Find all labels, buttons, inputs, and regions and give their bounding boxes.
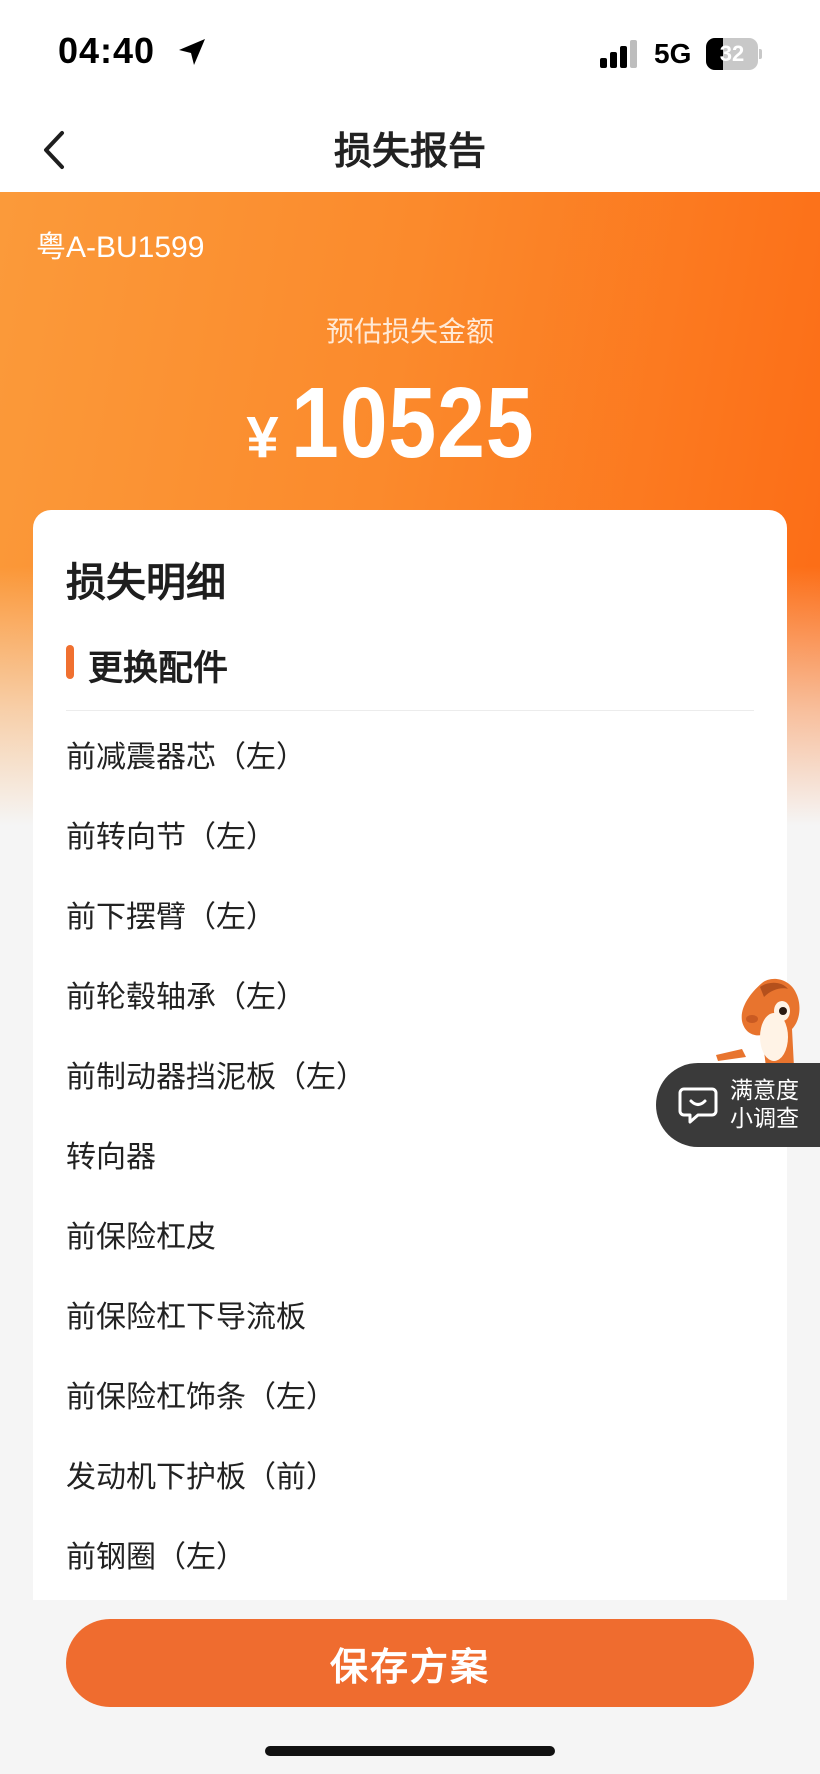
satisfaction-survey-button[interactable]: 满意度 小调查 [656, 1063, 820, 1147]
section-accent-bar [66, 645, 74, 679]
amount-caption: 预估损失金额 [325, 315, 494, 348]
list-item: 前保险杠皮 [66, 1220, 216, 1255]
list-item: 前减震器芯（左） [66, 740, 306, 775]
page-title: 损失报告 [333, 129, 486, 173]
list-item: 前下摆臂（左） [66, 900, 276, 935]
estimated-loss-amount: 10525 [290, 367, 535, 479]
list-item: 前制动器挡泥板（左） [66, 1060, 366, 1095]
list-item: 前保险杠饰条（左） [66, 1380, 336, 1415]
signal-bars-icon [600, 40, 637, 68]
chat-bubble-icon [678, 1087, 718, 1124]
status-bar: 04:40 5G 32 [0, 0, 820, 100]
home-indicator [265, 1746, 555, 1756]
list-item: 前保险杠下导流板 [66, 1300, 306, 1335]
battery-icon: 32 [706, 38, 762, 70]
loss-detail-card: 损失明细 更换配件 前减震器芯（左） 前转向节（左） 前下摆臂（左） 前轮毂轴承… [33, 510, 787, 1600]
parts-list: 前减震器芯（左） 前转向节（左） 前下摆臂（左） 前轮毂轴承（左） 前制动器挡泥… [66, 732, 366, 1600]
amount-display: ¥10525 [0, 366, 820, 481]
battery-level: 32 [719, 41, 745, 66]
list-item: 前轮毂轴承（左） [66, 980, 306, 1015]
section-title: 更换配件 [88, 649, 229, 689]
survey-label-line2: 小调查 [730, 1106, 799, 1132]
list-item: 转向器 [66, 1140, 156, 1175]
status-time: 04:40 [58, 30, 156, 71]
save-plan-button[interactable]: 保存方案 [66, 1619, 754, 1707]
card-title: 损失明细 [66, 560, 226, 606]
plate-number: 粤A-BU1599 [36, 231, 205, 264]
battery-body: 32 [706, 38, 758, 70]
currency-symbol: ¥ [246, 405, 279, 470]
network-type: 5G [654, 38, 692, 69]
list-item: 发动机下护板（前） [66, 1460, 336, 1495]
list-item: 前钢圈（左） [66, 1540, 246, 1575]
list-item: 前转向节（左） [66, 820, 276, 855]
nav-bar: 损失报告 [0, 100, 820, 192]
survey-label-line1: 满意度 [730, 1078, 799, 1104]
location-arrow-icon [179, 39, 205, 65]
battery-tip [759, 49, 762, 59]
divider [66, 710, 754, 711]
survey-label: 满意度 小调查 [730, 1077, 818, 1133]
horse-mascot-icon[interactable] [712, 975, 808, 1075]
